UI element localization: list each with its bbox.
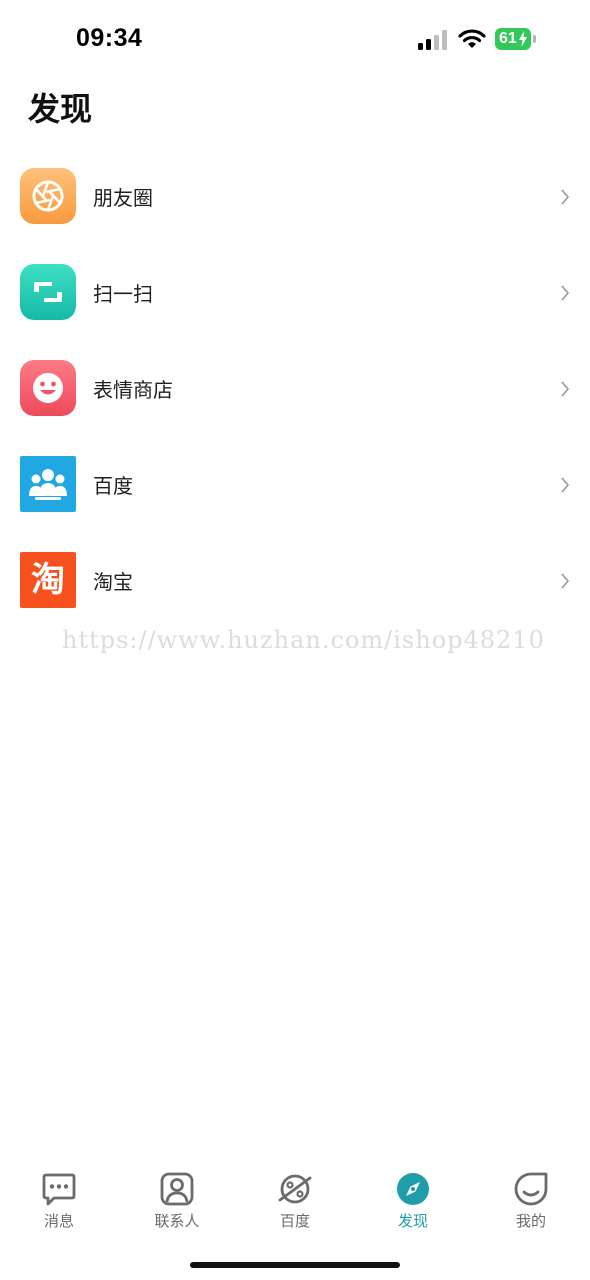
tab-label: 发现 xyxy=(397,1212,428,1230)
tab-discover[interactable]: 发现 xyxy=(354,1160,472,1232)
profile-face-icon xyxy=(514,1172,548,1206)
scan-icon xyxy=(20,264,76,320)
menu-item-baidu[interactable]: 百度 xyxy=(0,436,590,532)
menu-item-scan[interactable]: 扫一扫 xyxy=(0,244,590,340)
page-title: 发现 xyxy=(28,90,93,128)
battery-level: 61 xyxy=(499,30,517,47)
contact-person-icon xyxy=(160,1172,194,1206)
tab-me[interactable]: 我的 xyxy=(472,1160,590,1232)
discover-screen: 09:34 61 发现 朋友圈 扫一扫 表情商店 百度 淘 淘宝 https:/… xyxy=(0,0,590,1280)
menu-label: 百度 xyxy=(93,473,133,498)
tab-messages[interactable]: 消息 xyxy=(0,1160,118,1232)
battery-cap xyxy=(533,35,536,43)
menu-item-sticker-store[interactable]: 表情商店 xyxy=(0,340,590,436)
camera-aperture-icon xyxy=(20,168,76,224)
compass-icon xyxy=(397,1173,429,1205)
smiley-face-icon xyxy=(20,360,76,416)
menu-item-taobao[interactable]: 淘 淘宝 xyxy=(0,532,590,628)
chevron-right-icon xyxy=(561,573,570,589)
taobao-icon-glyph: 淘 xyxy=(31,560,65,600)
bottom-tab-bar: 消息 联系人 百度 发现 我的 xyxy=(0,1160,590,1232)
menu-label: 淘宝 xyxy=(93,569,133,594)
chevron-right-icon xyxy=(561,189,570,205)
menu-label: 扫一扫 xyxy=(93,281,153,306)
cellular-signal-icon xyxy=(418,30,447,50)
tab-baidu[interactable]: 百度 xyxy=(236,1160,354,1232)
home-indicator[interactable] xyxy=(190,1262,400,1268)
tab-label: 百度 xyxy=(279,1212,310,1230)
people-group-icon xyxy=(20,456,76,512)
status-bar: 09:34 61 xyxy=(0,0,590,80)
tab-label: 联系人 xyxy=(154,1212,200,1230)
chevron-right-icon xyxy=(561,477,570,493)
planet-icon xyxy=(278,1174,312,1204)
wifi-icon xyxy=(458,29,486,48)
battery-indicator: 61 xyxy=(495,28,531,50)
menu-label: 表情商店 xyxy=(93,377,173,402)
tab-label: 消息 xyxy=(43,1212,74,1230)
chevron-right-icon xyxy=(561,285,570,301)
discover-menu-list: 朋友圈 扫一扫 表情商店 百度 淘 淘宝 xyxy=(0,148,590,628)
watermark-text: https://www.huzhan.com/ishop48210 xyxy=(62,626,545,654)
menu-label: 朋友圈 xyxy=(93,185,153,210)
charging-bolt-icon xyxy=(519,31,527,47)
chevron-right-icon xyxy=(561,381,570,397)
message-bubble-icon xyxy=(42,1173,76,1206)
tab-contacts[interactable]: 联系人 xyxy=(118,1160,236,1232)
taobao-tao-icon: 淘 xyxy=(20,552,76,608)
status-time: 09:34 xyxy=(76,24,143,52)
tab-label: 我的 xyxy=(515,1212,546,1230)
menu-item-moments[interactable]: 朋友圈 xyxy=(0,148,590,244)
